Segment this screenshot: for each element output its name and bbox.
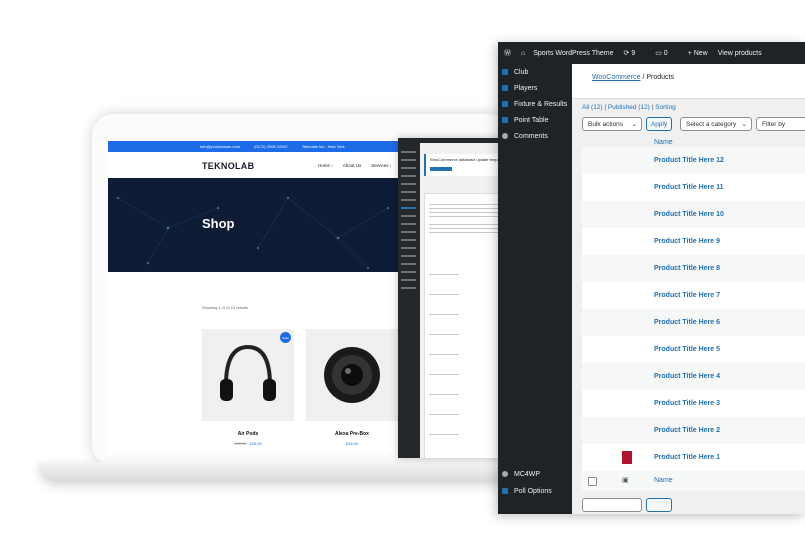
new-button[interactable]: + New [688,50,708,57]
comments-icon [502,133,508,139]
table-row: Product Title Here 10 [582,201,805,228]
product-title-link[interactable]: Product Title Here 9 [654,238,720,245]
table-row: Product Title Here 9 [582,228,805,255]
current-price: £25.00 [249,441,262,446]
sidebar-item-fixtures[interactable]: Fixture & Results [498,96,572,112]
topbar-email[interactable]: info@yourdomain.com [200,144,240,149]
sale-badge: Sale! [280,332,291,343]
site-logo[interactable]: TEKNOLAB [202,161,254,171]
poll-icon [502,488,508,494]
shop-hero: Shop [108,178,408,272]
sidebar-item-players[interactable]: Players [498,80,572,96]
sidebar-item-club[interactable]: Club [498,64,572,80]
product-title-link[interactable]: Product Title Here 12 [654,157,724,164]
network-pattern [116,196,390,270]
site-topbar: info@yourdomain.com (0172) 2008 22047 Te… [108,141,408,152]
wp-admin-bar: Ⓦ ⌂ Sports WordPress Theme ⟳ 9 ▭ 0 + New… [498,42,805,64]
sidebar-item-point-table[interactable]: Point Table [498,112,572,128]
select-all-checkbox[interactable] [588,477,597,486]
sidebar-item-poll-options[interactable]: Poll Options [498,483,572,499]
nav-about[interactable]: About Us [343,163,362,168]
laptop-screen: info@yourdomain.com (0172) 2008 22047 Te… [108,141,408,454]
page-header [572,64,805,99]
table-footer-row: ▣ Name [582,471,805,491]
home-icon[interactable]: ⌂ [521,50,525,57]
club-icon [502,69,508,75]
bulk-actions-select-bottom[interactable] [582,498,642,512]
laptop-base [38,462,558,482]
sidebar-item-mc4wp[interactable]: MC4WP [498,466,572,482]
product-price: £25.00 [345,441,359,446]
product-title-link[interactable]: Product Title Here 7 [654,292,720,299]
table-row: Product Title Here 5 [582,336,805,363]
view-products-link[interactable]: View products [718,50,762,57]
page-title: Shop [202,216,235,231]
wordpress-icon[interactable]: Ⓦ [504,48,511,58]
product-thumbnail[interactable] [622,451,632,464]
bulk-actions-select[interactable]: Bulk actions ⌄ [582,117,642,131]
mc4wp-icon [502,471,508,477]
table-row: Product Title Here 1 [582,444,805,471]
table-row: Product Title Here 2 [582,417,805,444]
name-column-footer[interactable]: Name [654,477,673,484]
product-price: £35.00 £25.00 [202,441,294,446]
image-column-icon: ▣ [622,477,629,484]
product-card-image[interactable]: Sale! [202,329,294,421]
table-row: Product Title Here 11 [582,174,805,201]
sidebar-item-comments[interactable]: Comments [498,128,572,144]
product-name[interactable]: Air Pods [202,431,294,437]
table-row: Product Title Here 6 [582,309,805,336]
apply-button-bottom[interactable] [646,498,672,512]
breadcrumb-woocommerce[interactable]: WooCommerce [592,74,641,81]
nav-home[interactable]: Home › [318,163,333,168]
fixtures-icon [502,101,508,107]
status-filters: All (12) | Published (12) | Sorting [582,104,676,111]
site-name[interactable]: Sports WordPress Theme [533,50,613,57]
chevron-down-icon: ⌄ [631,121,637,128]
breadcrumb-current: Products [646,74,674,81]
product-title-link[interactable]: Product Title Here 11 [654,184,724,191]
updates-count[interactable]: ⟳ 9 [624,49,646,57]
filter-all[interactable]: All (12) [582,104,603,111]
product-card-image[interactable] [306,329,398,421]
comments-count[interactable]: ▭ 0 [655,49,677,57]
product-title-link[interactable]: Product Title Here 3 [654,400,720,407]
old-price: £35.00 [234,441,247,446]
nav-services[interactable]: Services › [371,163,391,168]
product-name[interactable]: Alexa Pre-Box [306,431,398,437]
product-title-link[interactable]: Product Title Here 10 [654,211,724,218]
headphones-image [220,344,276,401]
table-row: Product Title Here 12 [582,147,805,174]
table-row: Product Title Here 7 [582,282,805,309]
category-select[interactable]: Select a category ⌄ [680,117,752,131]
wp-products-screen: Ⓦ ⌂ Sports WordPress Theme ⟳ 9 ▭ 0 + New… [498,42,805,514]
table-row: Product Title Here 4 [582,363,805,390]
product-title-link[interactable]: Product Title Here 2 [654,427,720,434]
topbar-phone[interactable]: (0172) 2008 22047 [254,144,288,149]
chevron-down-icon: ⌄ [741,121,747,128]
product-title-link[interactable]: Product Title Here 1 [654,454,720,461]
filter-by-select[interactable]: Filter by [756,117,805,131]
point-table-icon [502,117,508,123]
product-title-link[interactable]: Product Title Here 6 [654,319,720,326]
site-nav: Home › About Us Services › [318,163,391,168]
result-count: Showing 1–9 of 12 results [202,305,249,310]
breadcrumb: WooCommerce / Products [592,74,674,81]
filter-sorting[interactable]: Sorting [655,104,676,111]
filter-published[interactable]: Published (12) [608,104,650,111]
site-header: TEKNOLAB Home › About Us Services › [108,152,408,178]
product-title-link[interactable]: Product Title Here 8 [654,265,720,272]
update-button[interactable] [430,167,452,171]
topbar-address: Teknolab Inc., New York [301,144,345,149]
product-title-link[interactable]: Product Title Here 4 [654,373,720,380]
table-row: Product Title Here 3 [582,390,805,417]
table-row: Product Title Here 8 [582,255,805,282]
name-column-header[interactable]: Name [654,139,673,146]
apply-button[interactable]: Apply [646,117,672,131]
notice-title: WooCommerce database update required [430,157,505,162]
camera-lens-image [324,347,380,403]
product-title-link[interactable]: Product Title Here 5 [654,346,720,353]
players-icon [502,85,508,91]
editor-sidebar [398,143,420,458]
